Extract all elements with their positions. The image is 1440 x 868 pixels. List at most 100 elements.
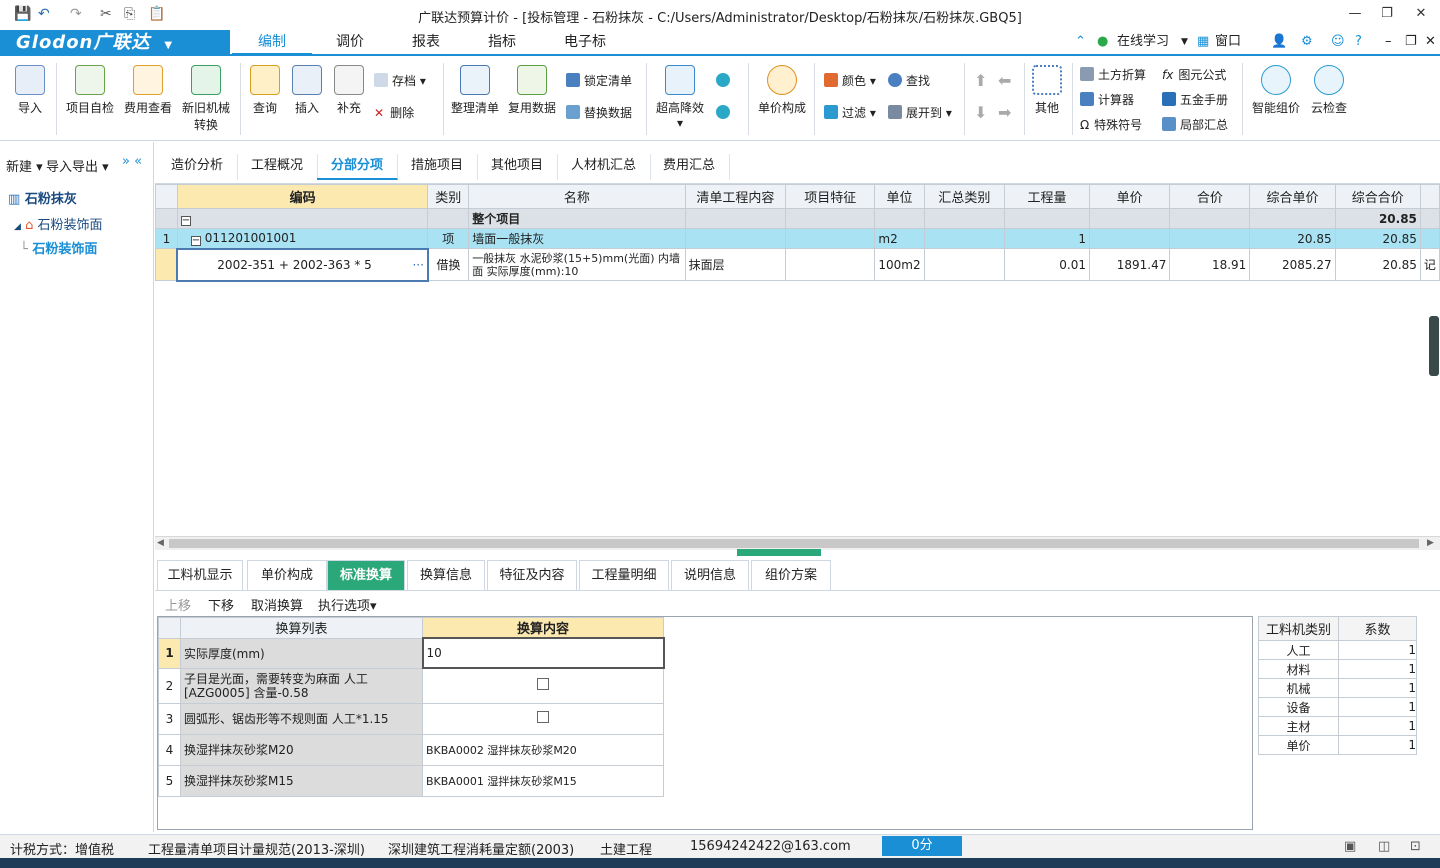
header-comprehensive-total[interactable]: 综合合价 bbox=[1334, 184, 1421, 209]
cell-quantity[interactable]: 1 bbox=[1004, 228, 1090, 249]
service-icon[interactable]: ☺ bbox=[1331, 30, 1345, 54]
smart-pricing-button[interactable]: 智能组价 bbox=[1250, 65, 1302, 116]
cell[interactable] bbox=[1169, 228, 1251, 249]
execute-options-button[interactable]: 执行选项▾ bbox=[318, 595, 377, 614]
table-row[interactable]: 人工 1 bbox=[1258, 640, 1417, 660]
organize-list-button[interactable]: 整理清单 bbox=[450, 65, 500, 116]
user-icon[interactable]: 👤 bbox=[1271, 30, 1287, 54]
table-row[interactable]: 设备 1 bbox=[1258, 697, 1417, 717]
cell-checkbox[interactable] bbox=[422, 702, 664, 735]
cell[interactable] bbox=[684, 228, 787, 249]
header-list-content[interactable]: 清单工程内容 bbox=[684, 184, 787, 209]
ribbon-restore-button[interactable]: ❐ bbox=[1405, 30, 1417, 54]
cell[interactable] bbox=[923, 248, 1006, 281]
move-up-button[interactable]: 上移 bbox=[165, 595, 191, 614]
table-row[interactable]: 材料 1 bbox=[1258, 659, 1417, 679]
scroll-left-icon[interactable]: ◀ bbox=[157, 538, 164, 548]
cell-type[interactable]: 项 bbox=[427, 228, 470, 249]
import-button[interactable]: 导入 bbox=[10, 65, 50, 116]
lock-list-button[interactable]: 锁定清单 bbox=[566, 71, 632, 91]
actual-thickness-input[interactable]: 10 bbox=[421, 637, 665, 669]
tab-fee-summary[interactable]: 费用汇总 bbox=[649, 154, 731, 180]
table-row[interactable]: 1 实际厚度(mm) 10 bbox=[158, 637, 665, 669]
tab-conversion-info[interactable]: 换算信息 bbox=[407, 560, 485, 590]
header-type[interactable]: 类别 bbox=[427, 184, 470, 209]
tab-project-overview[interactable]: 工程概况 bbox=[237, 154, 319, 180]
replace-data-button[interactable]: 替换数据 bbox=[566, 103, 632, 123]
header-summary-type[interactable]: 汇总类别 bbox=[923, 184, 1006, 209]
cell-code[interactable]: − bbox=[176, 208, 429, 229]
cell[interactable] bbox=[785, 248, 876, 281]
tab-quantity-detail[interactable]: 工程量明细 bbox=[579, 560, 669, 590]
cell-factor[interactable]: 1 bbox=[1338, 716, 1417, 736]
special-symbol-button[interactable]: Ω 特殊符号 bbox=[1080, 115, 1142, 135]
tree-root[interactable]: ▥ 石粉抹灰 bbox=[8, 188, 77, 207]
header-unit[interactable]: 单位 bbox=[874, 184, 925, 209]
arrow-right-icon[interactable]: ➡ bbox=[998, 103, 1011, 123]
calculator-button[interactable]: 计算器 bbox=[1080, 90, 1134, 110]
table-row-sub[interactable]: 2002-351 + 2002-363 * 5 ··· 借换 一般抹灰 水泥砂浆(… bbox=[155, 247, 1440, 282]
table-row[interactable]: 机械 1 bbox=[1258, 678, 1417, 698]
unit-price-button[interactable]: 单价构成 bbox=[754, 65, 810, 116]
view-icon[interactable]: ▣ bbox=[1344, 839, 1356, 854]
arrow-left-icon[interactable]: ⬅ bbox=[998, 71, 1011, 91]
cell-factor[interactable]: 1 bbox=[1338, 659, 1417, 679]
mortar-m20-select[interactable]: BKBA0002 湿拌抹灰砂浆M20 bbox=[422, 733, 664, 766]
menu-tab-ebid[interactable]: 电子标 bbox=[540, 30, 630, 56]
collapse-panel-icon[interactable]: » « bbox=[122, 154, 142, 169]
cell-code[interactable]: −011201001001 bbox=[176, 228, 429, 249]
ribbon-close-button[interactable]: ✕ bbox=[1425, 30, 1436, 54]
more-button[interactable]: ··· bbox=[412, 258, 423, 272]
header-amount[interactable]: 合价 bbox=[1169, 184, 1251, 209]
collapse-icon[interactable]: ⌃ bbox=[1075, 30, 1086, 54]
table-row[interactable]: 3 圆弧形、锯齿形等不规则面 人工*1.15 bbox=[158, 702, 664, 735]
tab-standard-conversion[interactable]: 标准换算 bbox=[327, 560, 405, 590]
header-quantity[interactable]: 工程量 bbox=[1004, 184, 1090, 209]
find-button[interactable]: 查找 bbox=[888, 71, 930, 91]
cell-name[interactable]: 一般抹灰 水泥砂浆(15+5)mm(光面) 内墙面 实际厚度(mm):10 bbox=[468, 248, 686, 281]
filter-button[interactable]: 过滤 ▾ bbox=[824, 103, 876, 123]
import-export-button[interactable]: 导入导出 ▾ bbox=[46, 156, 109, 175]
other-button[interactable]: 其他 bbox=[1028, 65, 1066, 116]
reuse-data-button[interactable]: 复用数据 bbox=[506, 65, 558, 116]
mortar-icon-button[interactable] bbox=[716, 103, 734, 123]
window-menu[interactable]: 窗口 bbox=[1215, 30, 1241, 54]
cell-factor[interactable]: 1 bbox=[1338, 697, 1417, 717]
splitter-handle[interactable] bbox=[737, 549, 821, 556]
horizontal-scrollbar[interactable]: ◀ ▶ bbox=[155, 536, 1440, 550]
tab-measures[interactable]: 措施项目 bbox=[397, 154, 479, 180]
tab-unit-price[interactable]: 单价构成 bbox=[247, 560, 327, 590]
tab-sub-items[interactable]: 分部分项 bbox=[317, 154, 399, 180]
hardware-manual-button[interactable]: 五金手册 bbox=[1162, 90, 1228, 110]
menu-tab-index[interactable]: 指标 bbox=[464, 30, 540, 56]
tab-features[interactable]: 特征及内容 bbox=[487, 560, 577, 590]
side-handle[interactable] bbox=[1429, 316, 1439, 376]
query-button[interactable]: 查询 bbox=[246, 65, 284, 116]
table-row[interactable]: 5 换湿拌抹灰砂浆M15 BKBA0001 湿拌抹灰砂浆M15 bbox=[158, 764, 664, 797]
convert-machine-button[interactable]: 新旧机械 转换 bbox=[178, 65, 234, 133]
menu-tab-report[interactable]: 报表 bbox=[388, 30, 464, 56]
arrow-up-icon[interactable]: ⬆ bbox=[974, 71, 987, 91]
cell-quantity[interactable]: 0.01 bbox=[1004, 248, 1090, 281]
help-icon[interactable]: ? bbox=[1355, 30, 1362, 54]
cell-factor[interactable]: 1 bbox=[1338, 735, 1417, 755]
settings-icon[interactable]: ⚙ bbox=[1301, 30, 1313, 54]
table-row[interactable]: 主材 1 bbox=[1258, 716, 1417, 736]
mortar-m15-select[interactable]: BKBA0001 湿拌抹灰砂浆M15 bbox=[422, 764, 664, 797]
cancel-conversion-button[interactable]: 取消换算 bbox=[251, 595, 303, 614]
tree-leaf[interactable]: └ 石粉装饰面 bbox=[20, 238, 97, 257]
color-button[interactable]: 颜色 ▾ bbox=[824, 71, 876, 91]
header-feature[interactable]: 项目特征 bbox=[785, 184, 876, 209]
table-row[interactable]: 4 换湿拌抹灰砂浆M20 BKBA0002 湿拌抹灰砂浆M20 bbox=[158, 733, 664, 766]
cell-name[interactable]: 整个项目 bbox=[468, 208, 686, 229]
graph-formula-button[interactable]: fx 图元公式 bbox=[1162, 65, 1226, 85]
header-code[interactable]: 编码 bbox=[176, 184, 429, 209]
cell[interactable] bbox=[1088, 228, 1171, 249]
cell-code-editing[interactable]: 2002-351 + 2002-363 * 5 ··· bbox=[176, 247, 429, 282]
cell-list-content[interactable]: 抹面层 bbox=[684, 248, 787, 281]
header-name[interactable]: 名称 bbox=[468, 184, 686, 209]
tab-other-items[interactable]: 其他项目 bbox=[477, 154, 559, 180]
tab-labor-material[interactable]: 工料机显示 bbox=[157, 560, 243, 590]
cell[interactable] bbox=[785, 228, 876, 249]
cloud-check-button[interactable]: 云检查 bbox=[1304, 65, 1354, 116]
